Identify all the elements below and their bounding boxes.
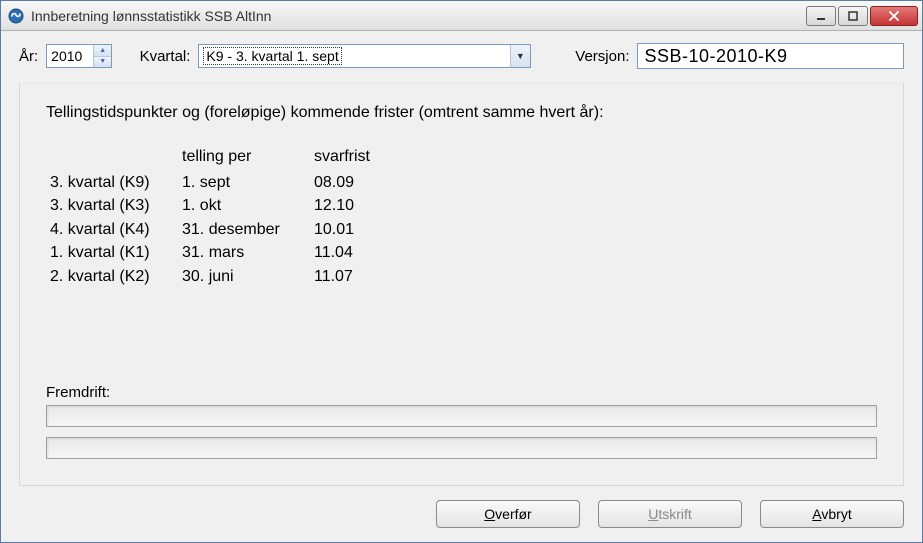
col-telling: telling per <box>182 146 312 170</box>
table-row: 3. kvartal (K9) 1. sept 08.09 <box>50 172 875 194</box>
progress-label: Fremdrift: <box>46 384 877 401</box>
table-row: 1. kvartal (K1) 31. mars 11.04 <box>50 242 875 264</box>
minimize-button[interactable] <box>806 6 836 26</box>
app-window: Innberetning lønnsstatistikk SSB AltInn … <box>0 0 923 543</box>
avbryt-button[interactable]: Avbryt <box>760 500 904 528</box>
year-up-button[interactable]: ▲ <box>94 45 111 57</box>
year-down-button[interactable]: ▼ <box>94 57 111 68</box>
progress-bar-2 <box>46 437 877 459</box>
table-header-row: telling per svarfrist <box>50 146 875 170</box>
table-row: 3. kvartal (K3) 1. okt 12.10 <box>50 195 875 217</box>
year-input[interactable] <box>47 45 93 67</box>
window-title: Innberetning lønnsstatistikk SSB AltInn <box>31 8 806 24</box>
spin-buttons: ▲ ▼ <box>93 45 111 67</box>
kvartal-selected: K9 - 3. kvartal 1. sept <box>199 46 509 66</box>
content-area: År: ▲ ▼ Kvartal: K9 - 3. kvartal 1. sept… <box>1 31 922 542</box>
year-label: År: <box>19 48 38 65</box>
app-icon <box>7 7 25 25</box>
overfor-button[interactable]: Overfør <box>436 500 580 528</box>
version-label: Versjon: <box>575 48 629 65</box>
utskrift-button: Utskrift <box>598 500 742 528</box>
window-buttons <box>806 6 918 26</box>
kvartal-label: Kvartal: <box>140 48 191 65</box>
table-row: 2. kvartal (K2) 30. juni 11.07 <box>50 266 875 288</box>
version-field: SSB-10-2010-K9 <box>637 43 904 69</box>
maximize-button[interactable] <box>838 6 868 26</box>
kvartal-dropdown-button[interactable]: ▼ <box>510 45 530 67</box>
progress-group: Fremdrift: <box>46 384 877 469</box>
year-spinner[interactable]: ▲ ▼ <box>46 44 112 68</box>
info-table: telling per svarfrist 3. kvartal (K9) 1.… <box>48 144 877 290</box>
filter-row: År: ▲ ▼ Kvartal: K9 - 3. kvartal 1. sept… <box>19 43 904 69</box>
progress-bar-1 <box>46 405 877 427</box>
col-svarfrist: svarfrist <box>314 146 875 170</box>
info-heading: Tellingstidspunkter og (foreløpige) komm… <box>46 104 877 122</box>
titlebar: Innberetning lønnsstatistikk SSB AltInn <box>1 1 922 31</box>
main-panel: Tellingstidspunkter og (foreløpige) komm… <box>19 83 904 486</box>
close-button[interactable] <box>870 6 918 26</box>
button-row: Overfør Utskrift Avbryt <box>19 500 904 528</box>
kvartal-combo[interactable]: K9 - 3. kvartal 1. sept ▼ <box>198 44 530 68</box>
table-row: 4. kvartal (K4) 31. desember 10.01 <box>50 219 875 241</box>
